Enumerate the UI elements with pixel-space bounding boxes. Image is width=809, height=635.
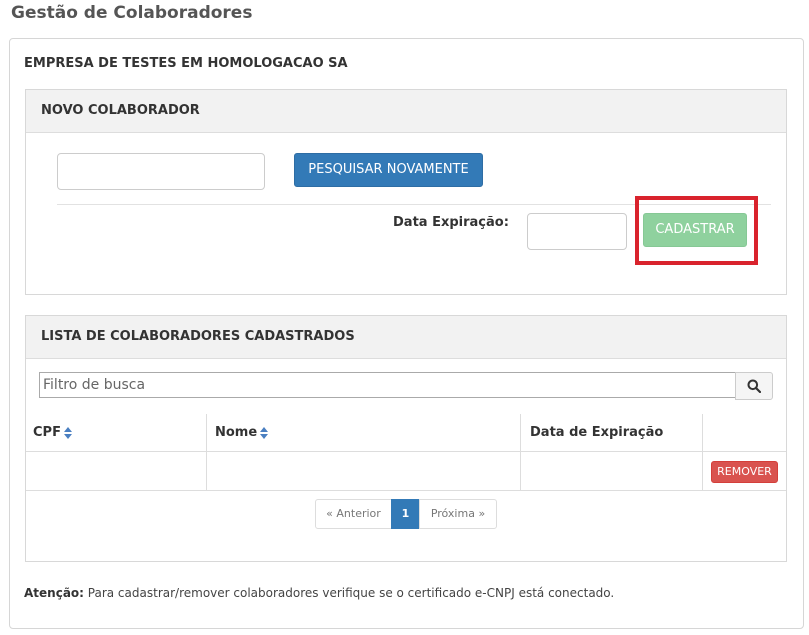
- remove-button[interactable]: REMOVER: [711, 461, 778, 483]
- column-header-cpf[interactable]: CPF: [33, 414, 72, 452]
- pagination-previous[interactable]: « Anterior: [315, 499, 392, 529]
- sort-icon: [63, 426, 72, 439]
- search-again-button[interactable]: PESQUISAR NOVAMENTE: [294, 153, 483, 187]
- search-button[interactable]: [735, 372, 773, 400]
- column-header-data-expiracao: Data de Expiração: [530, 425, 664, 440]
- pagination-next[interactable]: Próxima »: [419, 499, 497, 529]
- list-heading: LISTA DE COLABORADORES CADASTRADOS: [26, 316, 786, 359]
- pagination: « Anterior 1 Próxima »: [315, 499, 497, 529]
- page-title: Gestão de Colaboradores: [11, 3, 253, 23]
- search-icon: [747, 379, 761, 393]
- expiration-date-label: Data Expiração:: [393, 215, 509, 230]
- column-header-label: Nome: [215, 425, 258, 440]
- register-button[interactable]: CADASTRAR: [643, 213, 747, 247]
- table-col-divider: [206, 414, 207, 491]
- company-name: EMPRESA DE TESTES EM HOMOLOGACAO SA: [24, 56, 348, 71]
- cpf-search-input[interactable]: [57, 153, 265, 190]
- column-header-label: CPF: [33, 425, 61, 440]
- filter-input[interactable]: [39, 372, 736, 398]
- table-col-divider: [702, 414, 703, 491]
- expiration-date-input[interactable]: [527, 213, 627, 250]
- attention-text: Para cadastrar/remover colaboradores ver…: [83, 586, 615, 600]
- attention-note: Atenção: Para cadastrar/remover colabora…: [24, 586, 614, 600]
- table-row-divider: [26, 490, 786, 491]
- table-header-divider: [26, 451, 786, 452]
- new-collaborator-heading: NOVO COLABORADOR: [26, 90, 786, 133]
- pagination-page-1[interactable]: 1: [391, 499, 420, 529]
- attention-label: Atenção:: [24, 586, 84, 600]
- column-header-nome[interactable]: Nome: [215, 414, 269, 452]
- sort-icon: [260, 426, 269, 439]
- table-col-divider: [520, 414, 521, 491]
